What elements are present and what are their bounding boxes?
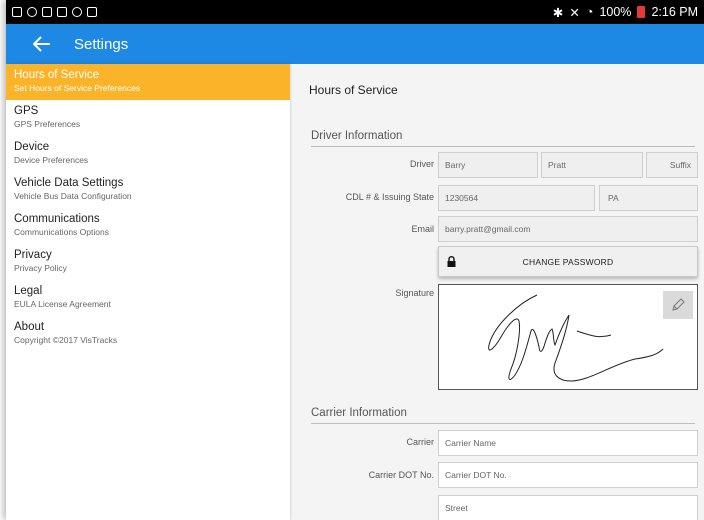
carrier-street-input[interactable]: Street — [438, 495, 698, 520]
mail-icon — [57, 7, 67, 17]
app-bar: Settings — [6, 24, 704, 64]
driver-suffix-field[interactable]: Suffix — [646, 152, 698, 178]
carrier-section-divider — [311, 423, 695, 424]
edit-signature-pencil-icon[interactable] — [663, 291, 693, 319]
carrier-dot-label: Carrier DOT No. — [368, 470, 434, 480]
sidebar-item-hours-of-service[interactable]: Hours of Service Set Hours of Service Pr… — [6, 64, 290, 100]
battery-icon — [637, 6, 646, 18]
system-status: ✱ ✕ ◔ 100% 2:16 PM — [553, 5, 698, 20]
location-icon — [27, 7, 37, 17]
app-notification-icon — [42, 7, 52, 17]
sidebar-item-subtitle: Privacy Policy — [14, 263, 67, 273]
driver-section-title: Driver Information — [311, 130, 403, 142]
sync-icon — [72, 7, 82, 17]
gallery-icon — [87, 7, 97, 17]
cdl-number-field[interactable]: 1230564 — [438, 185, 595, 211]
driver-section-divider — [311, 146, 695, 147]
sidebar-item-device[interactable]: Device Device Preferences — [6, 136, 290, 172]
sidebar-item-subtitle: Device Preferences — [14, 155, 89, 165]
sidebar-item-legal[interactable]: Legal EULA License Agreement — [6, 280, 290, 316]
email-field[interactable]: barry.pratt@gmail.com — [438, 216, 698, 242]
sidebar-item-gps[interactable]: GPS GPS Preferences — [6, 100, 290, 136]
battery-percent: 100% — [599, 5, 632, 19]
notification-icons — [12, 7, 97, 17]
cdl-state-field[interactable]: PA — [599, 185, 698, 211]
change-password-label: CHANGE PASSWORD — [522, 256, 614, 267]
carrier-dot-input[interactable]: Carrier DOT No. — [438, 462, 698, 488]
sidebar-item-title: Communications — [14, 213, 100, 225]
sidebar-item-subtitle: Communications Options — [14, 227, 109, 237]
driver-label: Driver — [410, 159, 434, 169]
sidebar-item-subtitle: EULA License Agreement — [14, 299, 111, 309]
cdl-label: CDL # & Issuing State — [345, 192, 434, 202]
sidebar-item-title: About — [14, 321, 45, 333]
sidebar-item-title: Legal — [14, 285, 43, 297]
sidebar-item-title: GPS — [14, 105, 39, 117]
wifi-icon: ◔ — [585, 5, 594, 19]
bluetooth-icon: ✱ — [552, 5, 564, 20]
email-label: Email — [411, 224, 434, 234]
signature-drawing — [488, 294, 664, 382]
app-bar-title: Settings — [74, 35, 129, 53]
signature-box[interactable] — [438, 284, 698, 390]
clock: 2:16 PM — [651, 5, 698, 19]
signature-label: Signature — [395, 288, 434, 298]
carrier-label: Carrier — [406, 437, 434, 447]
carrier-name-input[interactable]: Carrier Name — [438, 430, 698, 456]
sidebar-item-vehicle-data-settings[interactable]: Vehicle Data Settings Vehicle Bus Data C… — [6, 172, 290, 208]
sidebar-item-subtitle: GPS Preferences — [14, 119, 81, 129]
screenshot-icon — [12, 7, 22, 17]
sidebar-item-subtitle: Vehicle Bus Data Configuration — [14, 191, 132, 201]
sidebar-item-title: Vehicle Data Settings — [14, 177, 124, 189]
sidebar-item-title: Device — [14, 141, 50, 153]
driver-last-name-field[interactable]: Pratt — [541, 152, 643, 178]
sidebar-item-subtitle: Set Hours of Service Preferences — [14, 83, 141, 93]
sidebar-item-subtitle: Copyright ©2017 VisTracks — [14, 335, 118, 345]
settings-sidebar: Hours of Service Set Hours of Service Pr… — [6, 64, 291, 520]
lock-icon — [447, 256, 456, 267]
driver-first-name-field[interactable]: Barry — [438, 152, 538, 178]
sidebar-item-about[interactable]: About Copyright ©2017 VisTracks — [6, 316, 290, 352]
status-bar: ✱ ✕ ◔ 100% 2:16 PM — [6, 0, 704, 24]
hours-of-service-panel: Hours of Service Driver Information Driv… — [292, 64, 704, 520]
sidebar-item-title: Privacy — [14, 249, 52, 261]
app-frame: ✱ ✕ ◔ 100% 2:16 PM Settings Hours of Ser… — [6, 0, 704, 520]
sidebar-item-privacy[interactable]: Privacy Privacy Policy — [6, 244, 290, 280]
sidebar-item-communications[interactable]: Communications Communications Options — [6, 208, 290, 244]
mute-icon: ✕ — [569, 5, 580, 20]
page-title: Hours of Service — [309, 83, 398, 97]
back-arrow-icon[interactable] — [22, 24, 62, 64]
carrier-section-title: Carrier Information — [311, 407, 407, 419]
sidebar-item-title: Hours of Service — [14, 69, 100, 81]
change-password-button[interactable]: CHANGE PASSWORD — [438, 246, 698, 277]
